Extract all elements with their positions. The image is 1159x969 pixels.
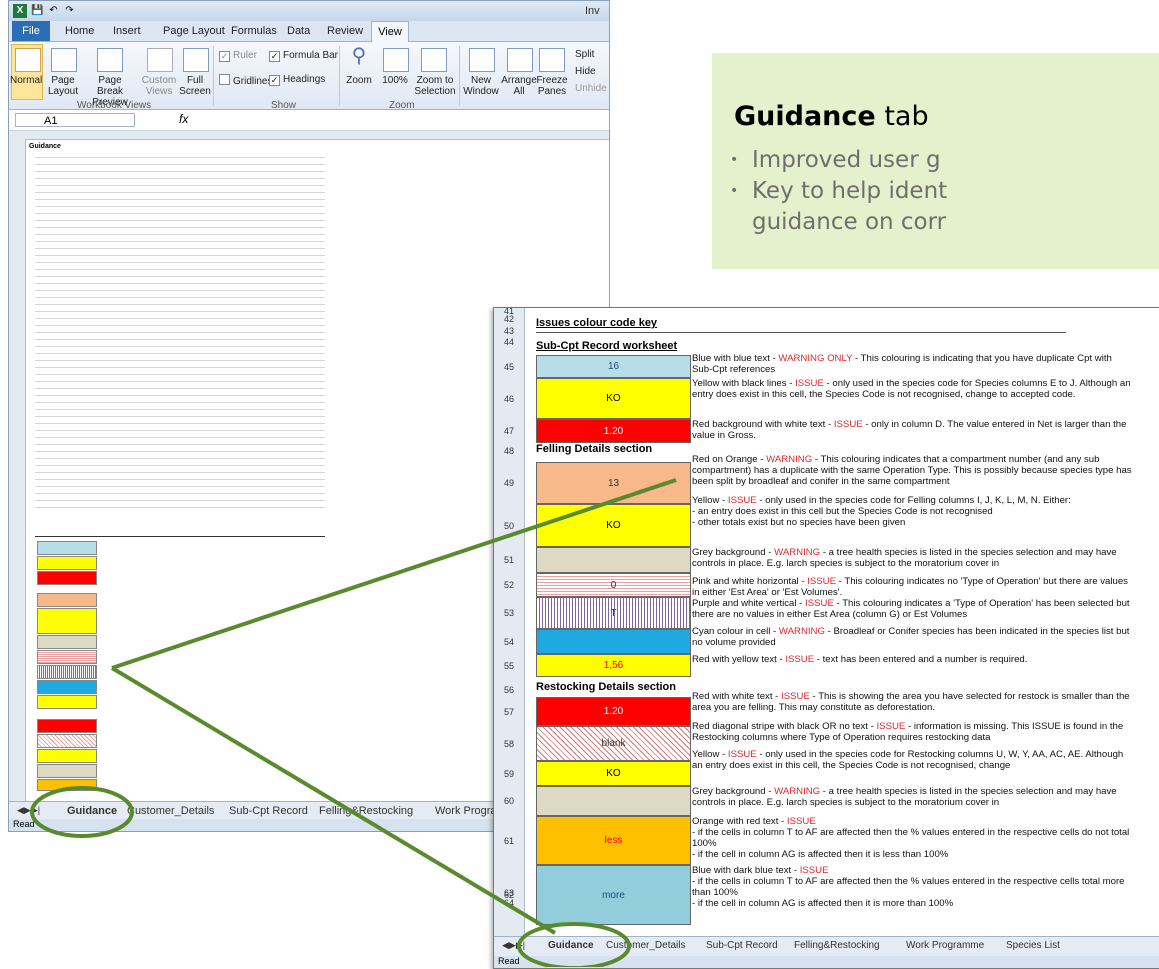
connector-line <box>110 666 557 935</box>
annotation-overlay <box>30 478 677 967</box>
guidance-tab-highlight-ring <box>30 786 134 838</box>
connector-line <box>111 478 677 670</box>
guidance-tab-highlight-ring <box>517 922 631 967</box>
